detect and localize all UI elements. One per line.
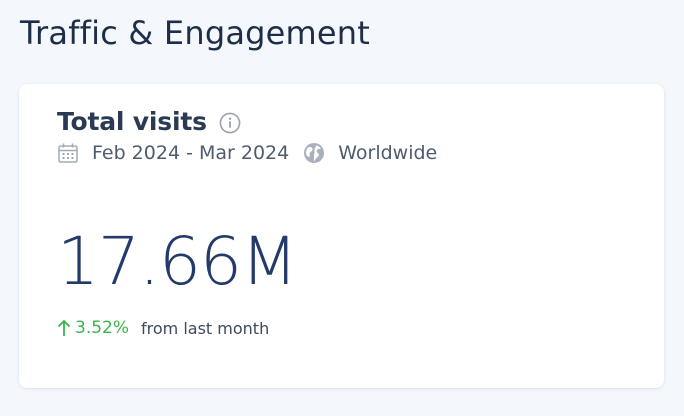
date-range: Feb 2024 - Mar 2024 xyxy=(92,142,290,164)
info-circle-icon[interactable] xyxy=(219,112,241,134)
total-visits-card: Total visits Feb 2024 - Mar 2024 Worldwi… xyxy=(19,84,664,388)
card-meta-row: Feb 2024 - Mar 2024 Worldwide xyxy=(57,142,437,164)
calendar-icon xyxy=(57,142,79,164)
region: Worldwide xyxy=(338,142,438,164)
globe-icon xyxy=(303,142,325,164)
total-visits-value: 17.66M xyxy=(57,223,298,300)
page-title: Traffic & Engagement xyxy=(20,14,371,52)
change-value: 3.52% xyxy=(75,318,130,338)
card-title: Total visits xyxy=(57,107,207,136)
arrow-up-icon xyxy=(57,319,71,337)
change-row: 3.52% from last month xyxy=(57,318,269,338)
card-header: Total visits xyxy=(57,106,241,138)
change-caption: from last month xyxy=(141,318,270,338)
